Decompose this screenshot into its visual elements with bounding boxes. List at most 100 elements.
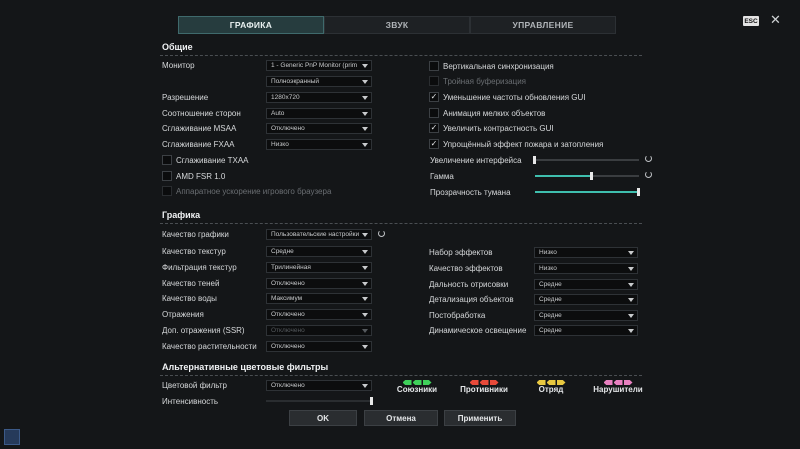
ok-button[interactable]: OK	[289, 410, 357, 426]
quality-reset-icon[interactable]	[378, 230, 385, 237]
ui-scale-label: Увеличение интерфейса	[430, 156, 522, 165]
chevron-down-icon	[362, 266, 368, 270]
ssr-dropdown[interactable]: Отключено	[266, 325, 372, 336]
intensity-thumb[interactable]	[370, 397, 373, 405]
reflections-dropdown[interactable]: Отключено	[266, 309, 372, 320]
app-tray-icon[interactable]	[4, 429, 20, 445]
aspect-dropdown[interactable]: Auto	[266, 108, 372, 119]
monitor-value: 1 - Generic PnP Monitor (prim	[271, 62, 358, 69]
textures-dropdown[interactable]: Средне	[266, 246, 372, 257]
resolution-label: Разрешение	[162, 93, 209, 102]
chevron-down-icon	[362, 143, 368, 147]
gui-rate-label: Уменьшение частоты обновления GUI	[443, 93, 586, 102]
fog-fill	[535, 191, 639, 193]
contrast-checkbox[interactable]: ✓	[429, 123, 439, 133]
vsync-checkbox[interactable]	[429, 61, 439, 71]
legend-allies: Союзники	[387, 380, 447, 394]
resolution-dropdown[interactable]: 1280x720	[266, 92, 372, 103]
draw-distance-label: Дальность отрисовки	[429, 280, 509, 289]
browser-accel-checkbox[interactable]	[162, 186, 172, 196]
msaa-label: Сглаживание MSAA	[162, 124, 237, 133]
chevron-down-icon	[628, 314, 634, 318]
chevron-down-icon	[362, 64, 368, 68]
shadows-label: Качество теней	[162, 279, 220, 288]
resolution-value: 1280x720	[271, 94, 300, 101]
postprocess-dropdown[interactable]: Средне	[534, 310, 638, 321]
display-mode-dropdown[interactable]: Полноэкранный	[266, 76, 372, 87]
object-detail-value: Средне	[539, 296, 562, 303]
small-anim-label: Анимация мелких объектов	[443, 109, 546, 118]
ssr-value: Отключено	[271, 327, 305, 334]
fire-effect-checkbox[interactable]: ✓	[429, 139, 439, 149]
legend-violators: Нарушители	[588, 380, 648, 394]
chevron-down-icon	[362, 282, 368, 286]
fxaa-dropdown[interactable]: Низко	[266, 139, 372, 150]
chevron-down-icon	[362, 250, 368, 254]
filtering-value: Трилинейная	[271, 264, 311, 271]
fog-thumb[interactable]	[637, 188, 640, 196]
legend-squad: Отряд	[521, 380, 581, 394]
close-icon[interactable]: ✕	[770, 12, 781, 28]
msaa-value: Отключено	[271, 125, 305, 132]
chevron-down-icon	[362, 233, 368, 237]
water-dropdown[interactable]: Максимум	[266, 293, 372, 304]
dynamic-light-label: Динамическое освещение	[429, 326, 527, 335]
color-filter-dropdown[interactable]: Отключено	[266, 380, 372, 391]
chevron-down-icon	[362, 297, 368, 301]
fxaa-label: Сглаживание FXAA	[162, 140, 235, 149]
effects-set-dropdown[interactable]: Низко	[534, 247, 638, 258]
tab-sound[interactable]: ЗВУК	[324, 16, 470, 34]
object-detail-dropdown[interactable]: Средне	[534, 294, 638, 305]
browser-accel-label: Аппаратное ускорение игрового браузера	[176, 187, 332, 196]
fog-slider[interactable]	[535, 188, 640, 196]
chevron-down-icon	[362, 329, 368, 333]
section-divider	[160, 55, 642, 56]
txaa-checkbox[interactable]	[162, 155, 172, 165]
quality-value: Пользовательские настройки	[271, 231, 360, 238]
effects-quality-dropdown[interactable]: Низко	[534, 263, 638, 274]
fsr-checkbox[interactable]	[162, 171, 172, 181]
section-divider	[160, 375, 642, 376]
chevron-down-icon	[628, 298, 634, 302]
gamma-thumb[interactable]	[590, 172, 594, 180]
ui-scale-slider[interactable]	[533, 156, 639, 164]
legend-allies-label: Союзники	[396, 385, 438, 394]
ui-scale-thumb[interactable]	[533, 156, 536, 164]
postprocess-label: Постобработка	[429, 311, 486, 320]
gamma-fill	[535, 175, 593, 177]
small-anim-checkbox[interactable]	[429, 108, 439, 118]
gamma-reset-icon[interactable]	[645, 171, 652, 178]
checkmark-icon: ✓	[430, 139, 438, 148]
apply-button[interactable]: Применить	[444, 410, 516, 426]
chevron-down-icon	[362, 313, 368, 317]
vegetation-dropdown[interactable]: Отключено	[266, 341, 372, 352]
monitor-dropdown[interactable]: 1 - Generic PnP Monitor (prim	[266, 60, 372, 71]
section-divider	[160, 223, 642, 224]
tab-graphics[interactable]: ГРАФИКА	[178, 16, 324, 34]
legend-enemies-label: Противники	[460, 385, 508, 394]
postprocess-value: Средне	[539, 312, 562, 319]
aspect-label: Соотношение сторон	[162, 109, 241, 118]
quality-dropdown[interactable]: Пользовательские настройки	[266, 229, 372, 240]
tab-controls[interactable]: УПРАВЛЕНИЕ	[470, 16, 616, 34]
effects-quality-value: Низко	[539, 265, 557, 272]
monitor-label: Монитор	[162, 61, 195, 70]
intensity-slider[interactable]	[266, 397, 373, 405]
textures-label: Качество текстур	[162, 247, 226, 256]
ui-scale-reset-icon[interactable]	[645, 155, 652, 162]
gui-rate-checkbox[interactable]: ✓	[429, 92, 439, 102]
filtering-dropdown[interactable]: Трилинейная	[266, 262, 372, 273]
dynamic-light-dropdown[interactable]: Средне	[534, 325, 638, 336]
chevron-down-icon	[362, 127, 368, 131]
gamma-slider[interactable]	[535, 172, 639, 180]
draw-distance-dropdown[interactable]: Средне	[534, 279, 638, 290]
settings-tabs: ГРАФИКА ЗВУК УПРАВЛЕНИЕ	[178, 16, 616, 34]
triple-buffer-checkbox[interactable]	[429, 76, 439, 86]
shadows-dropdown[interactable]: Отключено	[266, 278, 372, 289]
fire-effect-label: Упрощённый эффект пожара и затопления	[443, 140, 604, 149]
reflections-label: Отражения	[162, 310, 204, 319]
quality-label: Качество графики	[162, 230, 229, 239]
msaa-dropdown[interactable]: Отключено	[266, 123, 372, 134]
cancel-button[interactable]: Отмена	[364, 410, 438, 426]
display-mode-value: Полноэкранный	[271, 78, 320, 85]
